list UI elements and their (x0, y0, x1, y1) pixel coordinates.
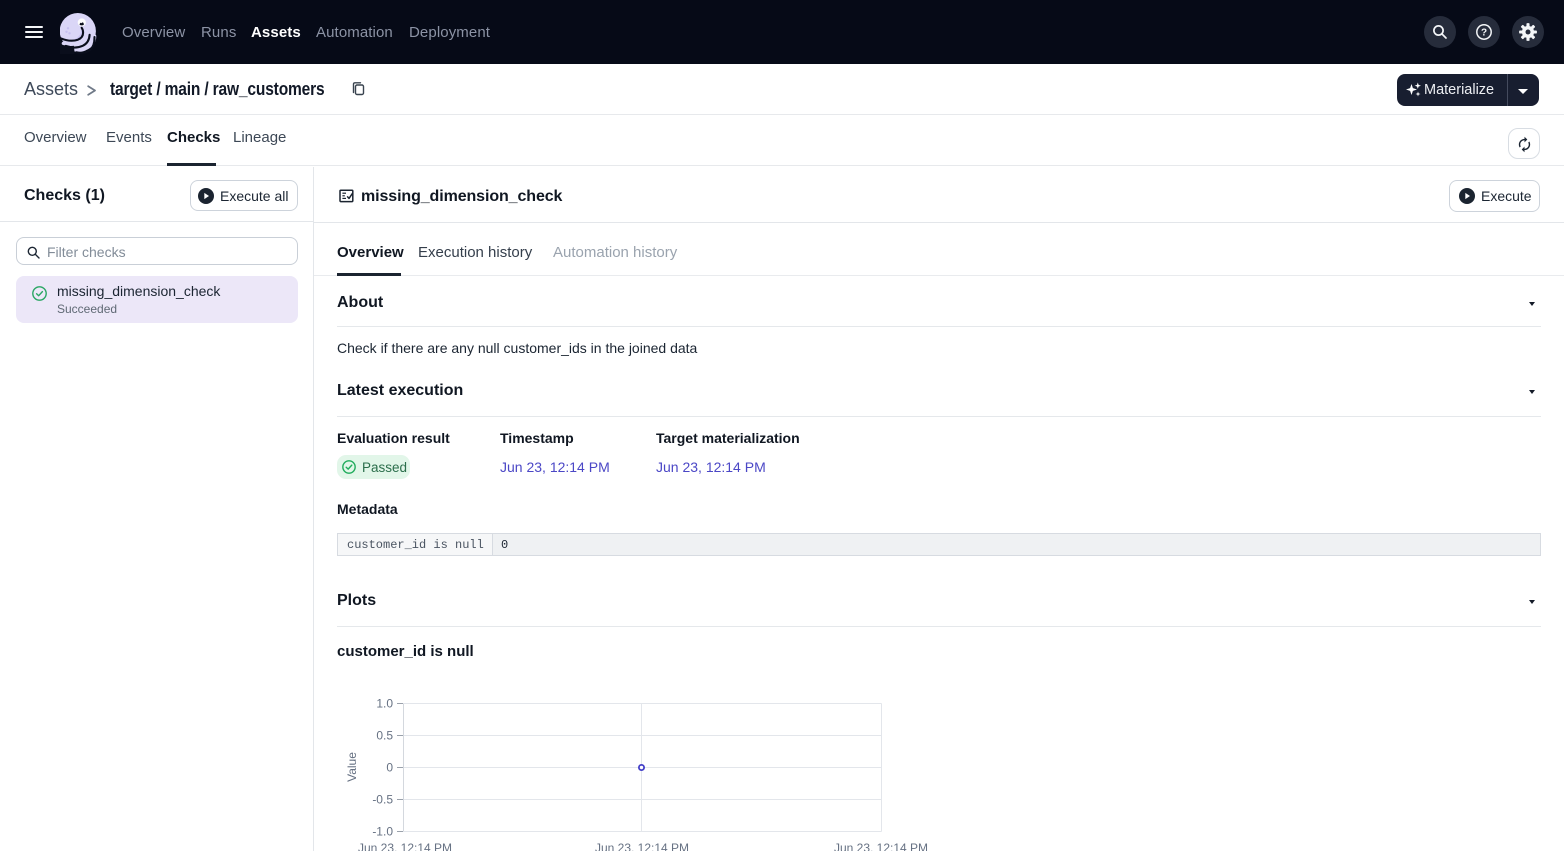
svg-text:-1.0: -1.0 (372, 825, 393, 839)
svg-text:Value: Value (345, 752, 359, 782)
svg-text:Jun 23, 12:14 PM: Jun 23, 12:14 PM (595, 841, 689, 851)
svg-text:0.5: 0.5 (376, 729, 393, 743)
svg-text:Jun 23, 12:14 PM: Jun 23, 12:14 PM (358, 841, 452, 851)
svg-text:Jun 23, 12:14 PM: Jun 23, 12:14 PM (834, 841, 928, 851)
svg-text:-0.5: -0.5 (372, 793, 393, 807)
svg-text:?: ? (1481, 27, 1487, 38)
svg-text:0: 0 (386, 761, 393, 775)
svg-text:1.0: 1.0 (376, 697, 393, 711)
